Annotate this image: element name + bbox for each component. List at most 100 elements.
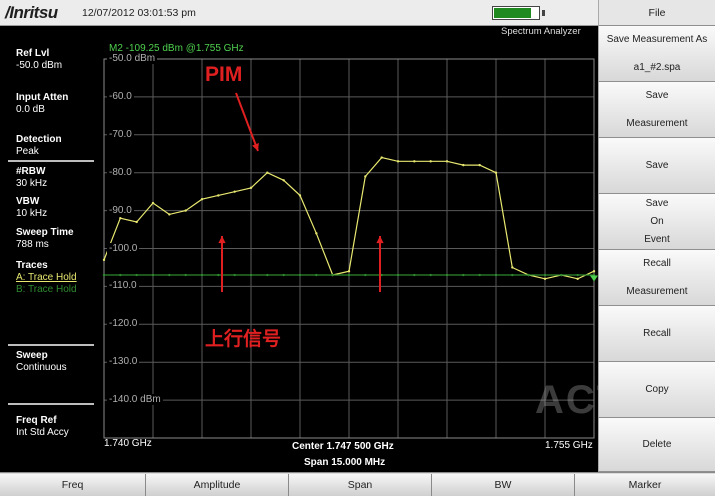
trace-b-point: [445, 273, 449, 277]
recall-button[interactable]: Recall: [598, 306, 715, 362]
trace-a-point: [315, 232, 318, 235]
delete-button[interactable]: Delete: [598, 418, 715, 472]
trace-a-point: [543, 277, 547, 281]
trace-a-point: [380, 156, 383, 159]
trace-a-point: [298, 194, 302, 197]
trace-a-point: [151, 201, 155, 205]
trace-b-point: [331, 273, 334, 277]
trace-b-point: [151, 273, 155, 277]
uplink-arrow-right-head: [376, 236, 384, 244]
tab-amplitude[interactable]: Amplitude: [146, 474, 289, 496]
trace-b-point: [119, 273, 122, 277]
trace-a-point: [233, 190, 236, 193]
trace-a-point: [102, 258, 106, 262]
button-label: Measurement: [626, 285, 688, 297]
trace-a-point: [168, 213, 171, 216]
trace-a-point: [135, 220, 138, 224]
trace-a-point: [592, 270, 596, 273]
center-frequency-label: Center 1.747 500 GHz: [292, 441, 394, 452]
y-tick-label: -120.0: [107, 318, 140, 330]
trace-b-point: [347, 273, 351, 277]
save-button[interactable]: Save: [598, 138, 715, 194]
trace-b-point: [543, 273, 547, 277]
uplink-arrow-left-head: [218, 236, 226, 244]
trace-a-point: [478, 163, 481, 167]
trace-b-point: [527, 273, 530, 277]
x-end-label: 1.755 GHz: [545, 440, 593, 451]
button-label: Delete: [642, 439, 672, 450]
trace-a-point: [282, 179, 285, 182]
trace-a-point: [462, 163, 465, 167]
button-label: On: [650, 215, 664, 227]
y-tick-label: -60.0: [107, 90, 134, 102]
trace-b-point: [364, 273, 367, 277]
trace-b-point: [315, 273, 318, 277]
save-measurement-button[interactable]: Save Measurement: [598, 82, 715, 138]
button-label: Save: [645, 160, 669, 171]
recall-measurement-button[interactable]: Recall Measurement: [598, 250, 715, 306]
tab-bw[interactable]: BW: [432, 474, 575, 496]
trace-b-point: [200, 273, 204, 277]
copy-button[interactable]: Copy: [598, 362, 715, 418]
button-label: Recall: [643, 258, 671, 270]
trace-b-point: [413, 273, 416, 277]
button-label: Save: [645, 90, 669, 102]
trace-a-point: [364, 175, 367, 178]
trace-a-point: [347, 270, 351, 273]
trace-b-point: [462, 273, 465, 277]
trace-a-point: [266, 171, 269, 174]
trace-b-point: [478, 273, 481, 277]
uplink-signal-annotation: 上行信号: [205, 328, 282, 350]
tab-freq[interactable]: Freq: [0, 474, 146, 496]
trace-b-point: [511, 273, 514, 277]
trace-a-point: [413, 160, 416, 163]
trace-b-point: [217, 273, 220, 277]
trace-b-point: [396, 273, 400, 277]
trace-a-point: [445, 160, 449, 163]
save-measurement-as-button[interactable]: Save Measurement As a1_#2.spa: [598, 26, 715, 82]
y-tick-label: -130.0: [107, 356, 140, 368]
trace-a-point: [511, 266, 514, 269]
y-tick-label: -110.0: [107, 280, 139, 292]
y-tick-label: -80.0: [107, 166, 134, 178]
button-label: Copy: [645, 384, 669, 395]
filename-value: a1_#2.spa: [633, 61, 681, 73]
trace-a-point: [576, 277, 579, 281]
trace-b-point: [233, 273, 236, 277]
button-label: Recall: [643, 328, 671, 339]
y-tick-label: -90.0: [107, 204, 134, 216]
trace-b-point: [560, 273, 563, 277]
save-on-event-button[interactable]: Save On Event: [598, 194, 715, 250]
y-tick-label: -70.0: [107, 128, 134, 140]
span-label: Span 15.000 MHz: [304, 457, 386, 468]
trace-a-point: [119, 216, 122, 220]
pim-arrow: [235, 92, 259, 152]
y-tick-label: -50.0 dBm: [107, 53, 158, 64]
trace-b-point: [282, 273, 285, 277]
trace-b-point: [576, 273, 579, 277]
button-label: Save: [645, 197, 669, 209]
trace-b-point: [168, 273, 171, 277]
tab-span[interactable]: Span: [289, 474, 432, 496]
y-tick-label: -100.0: [107, 242, 140, 254]
button-label: Measurement: [626, 117, 688, 129]
pim-annotation: PIM: [205, 63, 243, 86]
trace-b-point: [429, 273, 432, 277]
marker-m2: [590, 275, 598, 282]
trace-a-point: [217, 194, 220, 197]
trace-a-point: [200, 198, 204, 201]
trace-a-point: [494, 171, 498, 174]
trace-b-point: [135, 273, 138, 277]
trace-b-point: [494, 273, 498, 277]
tab-marker[interactable]: Marker: [575, 474, 715, 496]
trace-b-point: [184, 273, 187, 277]
bottom-menu-bar: Freq Amplitude Span BW Marker: [0, 472, 715, 496]
trace-a-point: [396, 160, 400, 163]
softkey-panel: File Save Measurement As a1_#2.spa Save …: [598, 0, 715, 472]
trace-b-point: [266, 273, 269, 277]
trace-a-point: [429, 160, 432, 163]
trace-a-point: [249, 186, 253, 190]
trace-a-point: [184, 209, 187, 212]
button-label: Event: [644, 234, 670, 246]
x-start-label: 1.740 GHz: [104, 438, 152, 449]
